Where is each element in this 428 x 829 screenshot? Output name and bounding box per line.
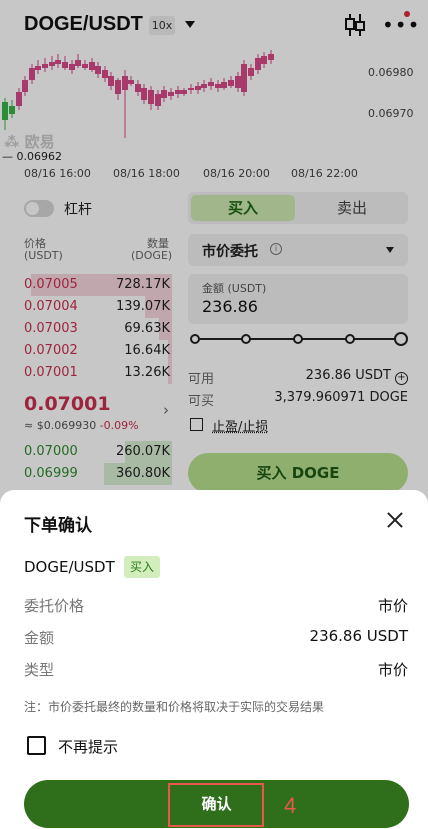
sheet-title: 下单确认: [24, 516, 92, 536]
side-badge: 买入: [124, 556, 160, 578]
dont-remind-label[interactable]: 不再提示: [58, 736, 118, 757]
detail-value: 市价: [377, 661, 408, 679]
close-icon[interactable]: [384, 509, 406, 531]
highlight-box: [168, 783, 264, 827]
dont-remind-checkbox[interactable]: [27, 736, 46, 755]
detail-value: 236.86 USDT: [309, 627, 408, 645]
detail-row: 类型 市价: [24, 659, 408, 681]
step-number: 4: [284, 793, 297, 818]
detail-key: 委托价格: [24, 597, 85, 615]
disclaimer-note: 注：市价委托最终的数量和价格将取决于实际的交易结果: [24, 700, 325, 714]
detail-key: 类型: [24, 661, 55, 679]
sheet-pair: DOGE/USDT: [24, 558, 115, 576]
order-confirm-sheet: 下单确认 DOGE/USDT 买入 委托价格 市价 金额 236.86 USDT…: [0, 490, 428, 829]
detail-value: 市价: [377, 597, 408, 615]
detail-row: 金额 236.86 USDT: [24, 627, 408, 649]
detail-row: 委托价格 市价: [24, 595, 408, 617]
detail-key: 金额: [24, 629, 55, 647]
